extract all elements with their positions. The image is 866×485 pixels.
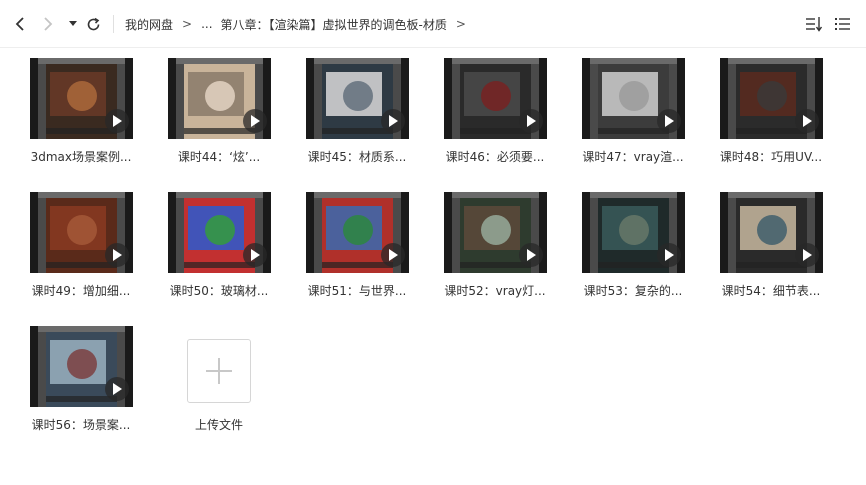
play-icon [381, 243, 405, 267]
play-icon [105, 243, 129, 267]
play-icon [519, 109, 543, 133]
video-thumbnail[interactable] [444, 58, 547, 139]
play-icon [519, 243, 543, 267]
video-thumbnail[interactable] [582, 192, 685, 273]
play-icon [243, 243, 267, 267]
file-name[interactable]: 课时45：材质系... [297, 148, 417, 165]
video-thumbnail[interactable] [720, 192, 823, 273]
file-tile[interactable]: 课时46：必须要... [435, 58, 555, 180]
file-tile[interactable]: 课时54：细节表... [711, 192, 831, 314]
upload-file-label[interactable]: 上传文件 [159, 416, 279, 433]
play-icon [105, 109, 129, 133]
breadcrumb-item-root[interactable]: 我的网盘 [125, 16, 173, 33]
toolbar-divider [113, 15, 114, 33]
file-name[interactable]: 课时44：‘炫’... [159, 148, 279, 165]
breadcrumb-item-ellipsis[interactable]: ... [201, 17, 212, 31]
file-name[interactable]: 课时48：巧用UV... [711, 148, 831, 165]
file-name[interactable]: 课时51：与世界... [297, 282, 417, 299]
sort-icon [806, 17, 823, 32]
forward-button[interactable] [38, 14, 58, 34]
video-thumbnail[interactable] [168, 192, 271, 273]
play-icon [105, 377, 129, 401]
video-thumbnail[interactable] [444, 192, 547, 273]
file-tile[interactable]: 课时49：增加细... [21, 192, 141, 314]
file-name[interactable]: 课时47：vray渲... [573, 148, 693, 165]
file-tile[interactable]: 课时44：‘炫’... [159, 58, 279, 180]
back-button[interactable] [10, 14, 30, 34]
breadcrumb-separator: > [182, 17, 193, 31]
file-name[interactable]: 课时52：vray灯... [435, 282, 555, 299]
plus-icon [206, 358, 232, 384]
file-tile[interactable]: 3dmax场景案例... [21, 58, 141, 180]
video-thumbnail[interactable] [582, 58, 685, 139]
view-mode-button[interactable] [834, 15, 852, 33]
file-name[interactable]: 课时54：细节表... [711, 282, 831, 299]
video-thumbnail[interactable] [720, 58, 823, 139]
video-thumbnail[interactable] [30, 192, 133, 273]
video-thumbnail[interactable] [306, 58, 409, 139]
caret-down-icon [69, 21, 77, 26]
file-name[interactable]: 课时56：场景案... [21, 416, 141, 433]
breadcrumb-item-current[interactable]: 第八章：【渲染篇】虚拟世界的调色板-材质 [221, 16, 447, 33]
video-thumbnail[interactable] [30, 58, 133, 139]
refresh-icon [87, 17, 99, 30]
history-dropdown-button[interactable] [63, 14, 83, 34]
file-tile[interactable]: 课时51：与世界... [297, 192, 417, 314]
list-view-icon [835, 18, 850, 30]
upload-file-button[interactable] [187, 339, 251, 403]
sort-button[interactable] [805, 15, 823, 33]
file-name[interactable]: 课时49：增加细... [21, 282, 141, 299]
file-tile[interactable]: 课时48：巧用UV... [711, 58, 831, 180]
file-tile[interactable]: 课时45：材质系... [297, 58, 417, 180]
file-name[interactable]: 课时50：玻璃材... [159, 282, 279, 299]
video-thumbnail[interactable] [168, 58, 271, 139]
video-thumbnail[interactable] [306, 192, 409, 273]
play-icon [243, 109, 267, 133]
play-icon [657, 243, 681, 267]
top-toolbar: 我的网盘 > ... 第八章：【渲染篇】虚拟世界的调色板-材质 > [0, 0, 866, 48]
chevron-right-icon [44, 17, 53, 31]
play-icon [381, 109, 405, 133]
file-tile[interactable]: 课时53：复杂的... [573, 192, 693, 314]
play-icon [795, 243, 819, 267]
play-icon [657, 109, 681, 133]
file-tile[interactable]: 课时52：vray灯... [435, 192, 555, 314]
breadcrumb: 我的网盘 > ... 第八章：【渲染篇】虚拟世界的调色板-材质 > [125, 0, 475, 48]
chevron-left-icon [15, 17, 24, 31]
video-thumbnail[interactable] [30, 326, 133, 407]
play-icon [795, 109, 819, 133]
refresh-button[interactable] [83, 14, 103, 34]
file-tile[interactable]: 课时47：vray渲... [573, 58, 693, 180]
file-tile[interactable]: 课时56：场景案... [21, 326, 141, 448]
breadcrumb-separator: > [455, 17, 466, 31]
file-tile[interactable]: 课时50：玻璃材... [159, 192, 279, 314]
file-name[interactable]: 课时53：复杂的... [573, 282, 693, 299]
file-name[interactable]: 3dmax场景案例... [21, 148, 141, 165]
file-name[interactable]: 课时46：必须要... [435, 148, 555, 165]
